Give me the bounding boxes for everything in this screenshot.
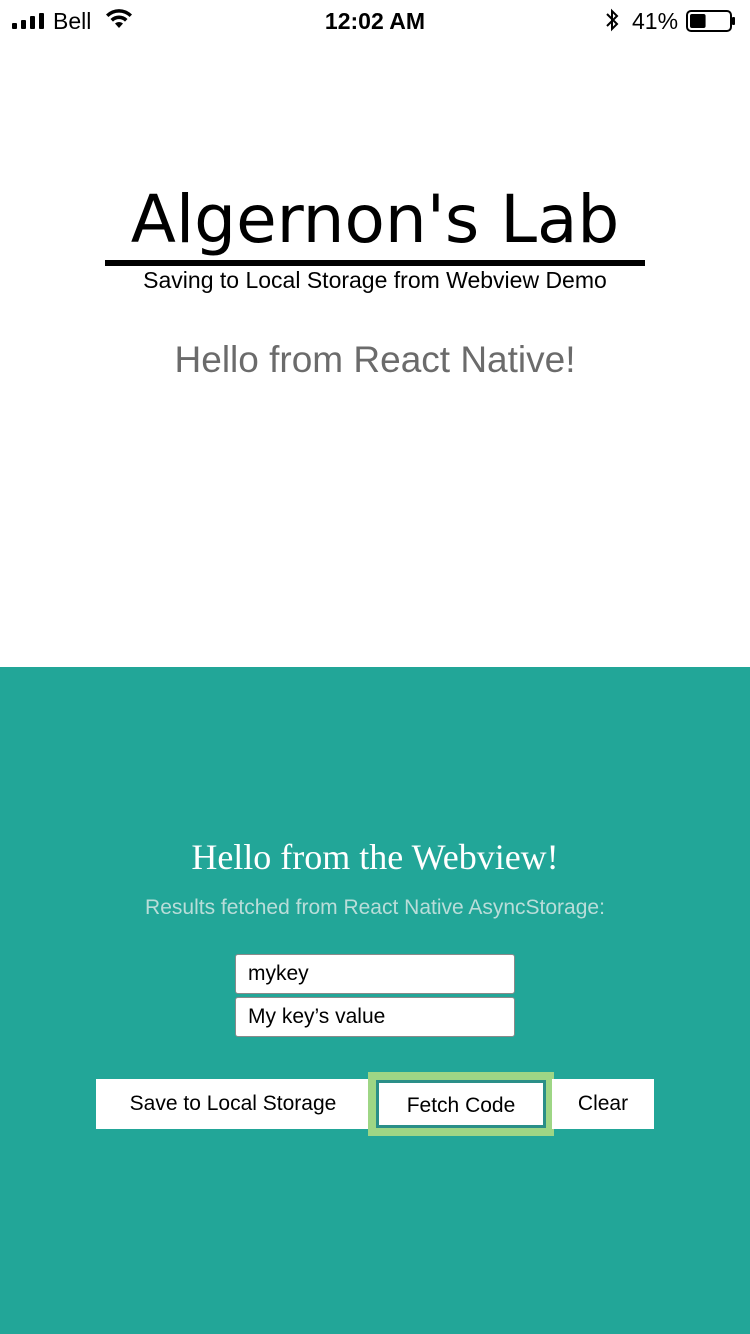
status-bar: Bell 12:02 AM 41% xyxy=(0,0,750,40)
fetch-code-focus-ring: Fetch Code xyxy=(368,1072,554,1136)
webview: Hello from the Webview! Results fetched … xyxy=(0,667,750,1334)
fetch-code-button[interactable]: Fetch Code xyxy=(376,1080,546,1128)
battery-percent: 41% xyxy=(632,8,679,34)
save-to-local-storage-button[interactable]: Save to Local Storage xyxy=(96,1079,370,1129)
results-label: Results fetched from React Native AsyncS… xyxy=(145,896,605,919)
native-hello-text: Hello from React Native! xyxy=(174,339,576,380)
webview-hello-heading: Hello from the Webview! xyxy=(191,837,559,877)
clear-button[interactable]: Clear xyxy=(552,1079,654,1129)
app-subtitle: Saving to Local Storage from Webview Dem… xyxy=(143,267,607,293)
app-title: Algernon's Lab xyxy=(130,181,620,258)
bluetooth-icon xyxy=(606,8,619,32)
value-input[interactable] xyxy=(235,997,515,1037)
key-input[interactable] xyxy=(235,954,515,994)
battery-fill xyxy=(690,14,706,28)
battery-icon xyxy=(686,10,735,32)
